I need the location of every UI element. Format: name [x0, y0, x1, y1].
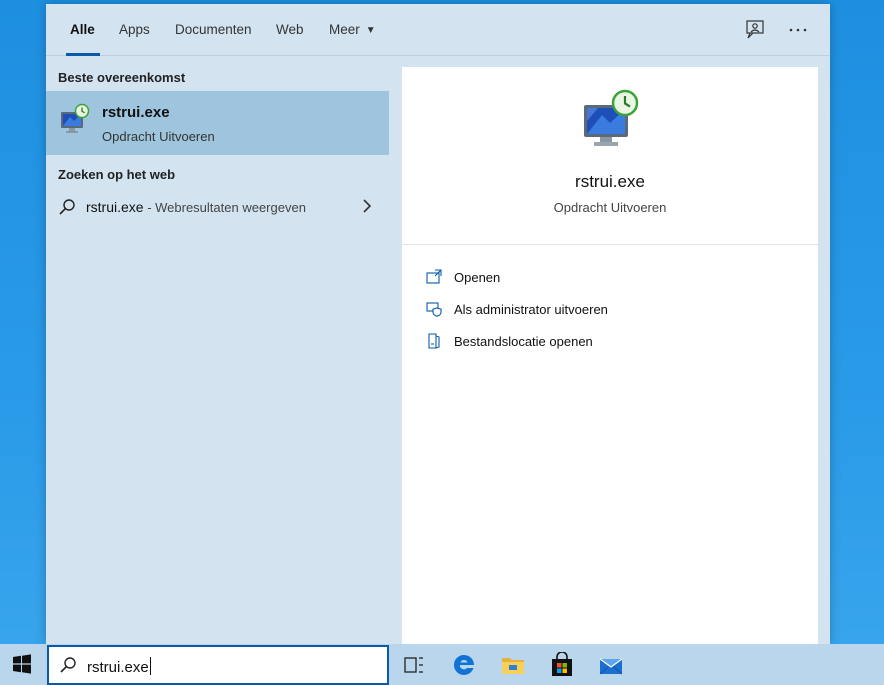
tab-web[interactable]: Web: [276, 22, 304, 37]
action-open[interactable]: Openen: [426, 268, 786, 290]
action-open-label: Openen: [454, 270, 501, 285]
preview-title: rstrui.exe: [575, 172, 645, 191]
tab-meer[interactable]: Meer ▼: [329, 22, 376, 37]
caret-down-icon: ▼: [365, 25, 376, 36]
action-run-as-admin-label: Als administrator uitvoeren: [454, 302, 608, 317]
chevron-right-icon[interactable]: [361, 198, 373, 214]
preview-subtitle: Opdracht Uitvoeren: [553, 200, 667, 215]
tab-alle[interactable]: Alle: [70, 22, 95, 37]
results-list: Beste overeenkomst rstrui.exe Opdracht U…: [46, 57, 389, 644]
action-run-as-admin[interactable]: Als administrator uitvoeren: [426, 300, 786, 322]
search-icon: [59, 199, 75, 215]
system-restore-icon: [61, 103, 90, 133]
active-tab-indicator: [66, 53, 100, 56]
search-input-value: rstrui.exe: [87, 659, 149, 676]
action-open-file-location[interactable]: Bestandslocatie openen: [426, 332, 786, 354]
best-match-header: Beste overeenkomst: [58, 70, 186, 85]
windows-start-icon[interactable]: [10, 652, 34, 676]
preview-divider: [402, 244, 818, 245]
edge-icon[interactable]: [451, 652, 477, 678]
tab-documenten[interactable]: Documenten: [175, 22, 252, 37]
file-explorer-icon[interactable]: [500, 652, 526, 678]
store-icon[interactable]: [549, 652, 575, 678]
best-match-title: rstrui.exe: [102, 104, 170, 121]
file-location-icon: [428, 333, 440, 349]
text-cursor: [149, 657, 151, 675]
search-panel: Alle Apps Documenten Web Meer ▼ Beste ove…: [46, 4, 830, 644]
action-open-file-location-label: Bestandslocatie openen: [454, 334, 593, 349]
best-match-subtitle: Opdracht Uitvoeren: [102, 129, 215, 144]
more-options-icon[interactable]: [786, 18, 810, 42]
best-match-result[interactable]: rstrui.exe Opdracht Uitvoeren: [46, 91, 389, 155]
preview-pane: rstrui.exe Opdracht Uitvoeren Openen Als…: [402, 67, 818, 644]
system-restore-large-icon: [584, 89, 639, 146]
web-result-suffix: - Webresultaten weergeven: [143, 200, 306, 215]
tab-apps[interactable]: Apps: [119, 22, 150, 37]
admin-shield-icon: [426, 302, 442, 317]
web-result-query: rstrui.exe: [86, 199, 144, 215]
web-search-header: Zoeken op het web: [58, 167, 176, 182]
feedback-icon[interactable]: [744, 18, 768, 42]
taskbar-search-input[interactable]: rstrui.exe: [47, 645, 389, 685]
web-search-result[interactable]: rstrui.exe - Webresultaten weergeven: [46, 193, 389, 223]
search-tabs-bar: Alle Apps Documenten Web Meer ▼: [46, 4, 830, 56]
search-icon: [60, 657, 76, 673]
tab-meer-label: Meer: [329, 22, 360, 37]
mail-icon[interactable]: [598, 652, 624, 678]
open-icon: [426, 269, 442, 284]
taskbar: rstrui.exe: [0, 644, 884, 685]
task-view-icon[interactable]: [401, 652, 427, 678]
